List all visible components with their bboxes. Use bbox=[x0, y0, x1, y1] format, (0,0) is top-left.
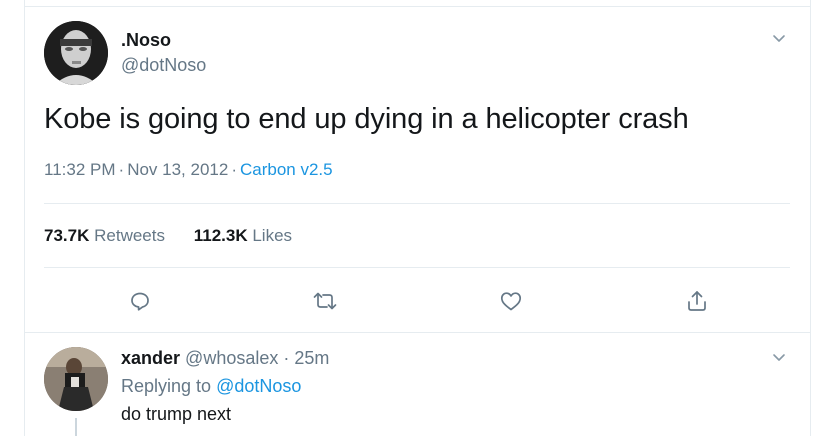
meta-separator: · bbox=[283, 348, 290, 368]
username-handle[interactable]: @dotNoso bbox=[121, 55, 206, 76]
replying-to-label: Replying to bbox=[121, 376, 212, 396]
chevron-down-icon[interactable] bbox=[771, 30, 787, 46]
share-button[interactable] bbox=[684, 288, 710, 314]
divider bbox=[24, 332, 811, 333]
display-name[interactable]: .Noso bbox=[121, 30, 171, 51]
likes-stat[interactable]: 112.3K Likes bbox=[194, 226, 292, 245]
reply-icon bbox=[131, 292, 149, 311]
retweets-stat[interactable]: 73.7K Retweets bbox=[44, 226, 165, 245]
reply-text: do trump next bbox=[121, 404, 232, 424]
tweet-stats: 73.7K Retweets 112.3K Likes bbox=[44, 226, 292, 246]
share-icon bbox=[688, 291, 706, 311]
replying-to-mention[interactable]: @dotNoso bbox=[216, 376, 301, 396]
divider bbox=[44, 267, 790, 268]
tweet-time[interactable]: 11:32 PM bbox=[44, 160, 116, 179]
reply-header: xander @whosalex · 25m bbox=[121, 348, 329, 369]
thread-line bbox=[75, 418, 77, 436]
tweet-text: Kobe is going to end up dying in a helic… bbox=[44, 103, 689, 135]
divider bbox=[44, 203, 790, 204]
retweets-label: Retweets bbox=[94, 226, 165, 245]
like-button[interactable] bbox=[498, 288, 524, 314]
meta-separator: · bbox=[118, 160, 125, 179]
reply-username-handle[interactable]: @whosalex bbox=[185, 348, 278, 368]
chevron-down-icon[interactable] bbox=[771, 349, 787, 365]
heart-icon bbox=[500, 292, 522, 311]
reply-timestamp[interactable]: 25m bbox=[294, 348, 329, 368]
replying-to: Replying to @dotNoso bbox=[121, 376, 301, 397]
avatar[interactable] bbox=[44, 347, 108, 411]
likes-count: 112.3K bbox=[193, 226, 248, 245]
likes-label: Likes bbox=[252, 226, 293, 245]
reply-display-name[interactable]: xander bbox=[121, 348, 180, 368]
top-divider bbox=[24, 6, 811, 7]
avatar[interactable] bbox=[44, 21, 108, 85]
retweets-count: 73.7K bbox=[44, 226, 90, 245]
tweet-meta: 11:32 PM · Nov 13, 2012 · Carbon v2.5 bbox=[44, 160, 333, 180]
meta-separator: · bbox=[231, 160, 237, 179]
reply-button[interactable] bbox=[127, 288, 153, 314]
retweet-button[interactable] bbox=[312, 288, 338, 314]
tweet-date[interactable]: Nov 13, 2012 bbox=[127, 160, 228, 179]
tweet-client-link[interactable]: Carbon v2.5 bbox=[240, 160, 333, 179]
retweet-icon bbox=[313, 292, 337, 310]
